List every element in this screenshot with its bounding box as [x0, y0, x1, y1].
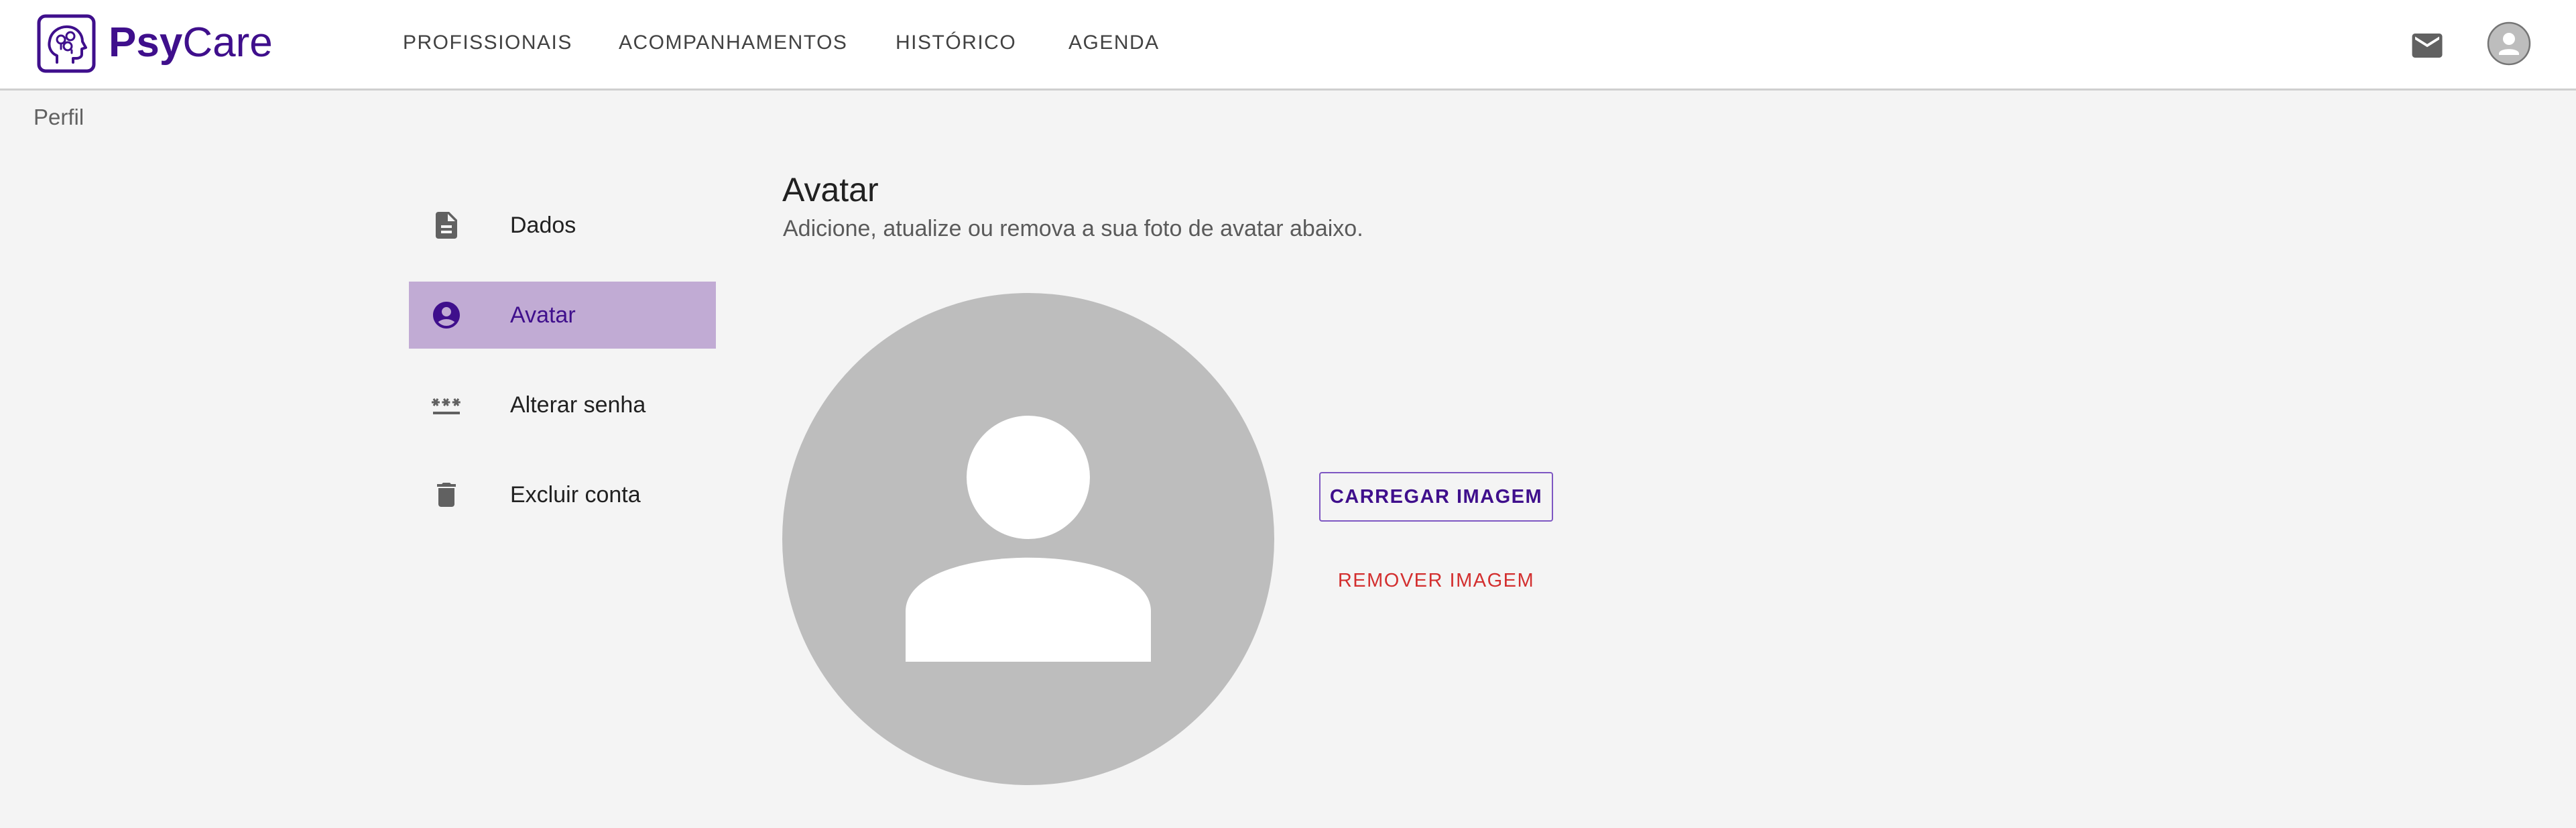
section-subtitle: Adicione, atualize ou remova a sua foto … [783, 216, 1363, 241]
sidebar-item-alterar-senha[interactable]: Alterar senha [409, 371, 716, 438]
delete-icon [437, 483, 456, 507]
section-title: Avatar [782, 171, 879, 209]
sidebar-item-dados[interactable]: Dados [409, 192, 716, 259]
brand-name-part1: Psy [109, 19, 183, 66]
brand-name-part2: Care [182, 19, 273, 66]
sidebar-item-label: Dados [510, 213, 576, 238]
sidebar-item-excluir-conta[interactable]: Excluir conta [409, 461, 716, 528]
psycare-logo-icon[interactable] [37, 14, 96, 73]
sidebar-item-label: Alterar senha [510, 392, 646, 418]
nav-agenda[interactable]: AGENDA [1068, 29, 1160, 56]
remove-image-button[interactable]: REMOVER IMAGEM [1319, 559, 1553, 602]
avatar-placeholder-icon [782, 293, 1274, 785]
description-icon [436, 212, 457, 239]
sidebar-item-label: Avatar [510, 302, 576, 328]
sidebar-item-label: Excluir conta [510, 482, 641, 508]
breadcrumb: Perfil [34, 105, 84, 129]
password-icon [432, 398, 461, 414]
account-circle-icon [433, 302, 460, 329]
top-app-bar: PsyCare PROFISSIONAIS ACOMPANHAMENTOS HI… [0, 0, 2576, 91]
nav-profissionais[interactable]: PROFISSIONAIS [403, 29, 572, 56]
brand-name[interactable]: PsyCare [109, 16, 273, 70]
nav-historico[interactable]: HISTÓRICO [896, 29, 1016, 56]
sidebar-item-avatar[interactable]: Avatar [409, 282, 716, 349]
account-circle-icon[interactable] [2487, 21, 2531, 66]
upload-image-button[interactable]: CARREGAR IMAGEM [1319, 472, 1553, 522]
nav-acompanhamentos[interactable]: ACOMPANHAMENTOS [619, 29, 847, 56]
mail-icon[interactable] [2409, 27, 2445, 64]
